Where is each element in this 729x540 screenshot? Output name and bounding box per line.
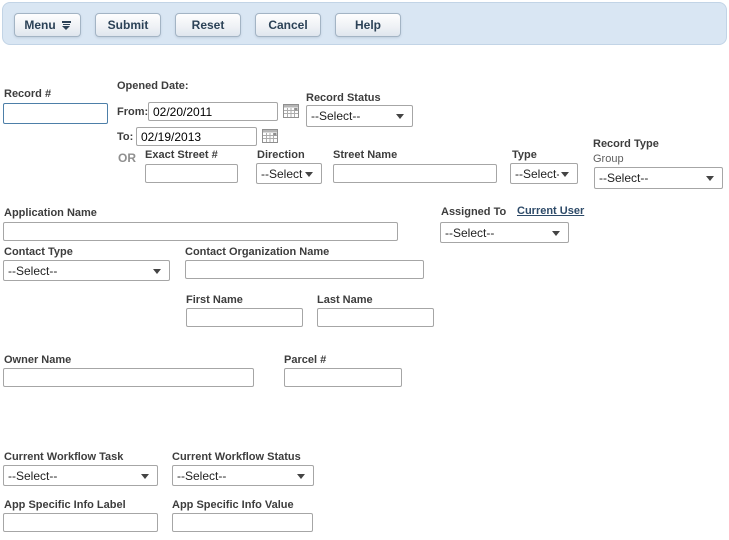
reset-button[interactable]: Reset xyxy=(175,13,241,37)
asi-label-input[interactable] xyxy=(3,513,158,532)
workflow-task-select-wrap: --Select-- xyxy=(3,465,158,486)
menu-dropdown-icon xyxy=(62,21,71,30)
to-date-calendar-icon[interactable] xyxy=(262,128,278,143)
opened-date-from-input[interactable] xyxy=(148,102,278,121)
contact-type-select-wrap: --Select-- xyxy=(3,260,170,281)
record-type-label: Record Type xyxy=(593,138,659,150)
workflow-status-select[interactable]: --Select-- xyxy=(172,465,314,486)
opened-date-to-input[interactable] xyxy=(136,127,257,146)
application-name-label: Application Name xyxy=(4,207,97,219)
workflow-task-select[interactable]: --Select-- xyxy=(3,465,158,486)
record-status-label: Record Status xyxy=(306,92,381,104)
search-form-page: Menu Submit Reset Cancel Help Record # O… xyxy=(0,0,729,540)
parcel-input[interactable] xyxy=(284,368,402,387)
submit-button[interactable]: Submit xyxy=(95,13,161,37)
menu-button[interactable]: Menu xyxy=(14,13,81,37)
workflow-status-label: Current Workflow Status xyxy=(172,451,301,463)
owner-name-input[interactable] xyxy=(3,368,254,387)
record-type-group-label: Group xyxy=(593,153,624,165)
direction-select[interactable]: --Select- xyxy=(256,163,322,184)
current-user-link[interactable]: Current User xyxy=(517,205,584,217)
assigned-to-select-wrap: --Select-- xyxy=(440,222,569,243)
parcel-label: Parcel # xyxy=(284,354,326,366)
record-number-input[interactable] xyxy=(3,103,108,124)
help-button-label: Help xyxy=(355,18,381,32)
reset-button-label: Reset xyxy=(192,18,225,32)
cancel-button[interactable]: Cancel xyxy=(255,13,321,37)
toolbar: Menu Submit Reset Cancel Help xyxy=(2,2,727,45)
record-status-select-wrap: --Select-- xyxy=(306,105,413,127)
contact-org-label: Contact Organization Name xyxy=(185,246,329,258)
workflow-task-label: Current Workflow Task xyxy=(4,451,123,463)
application-name-input[interactable] xyxy=(3,222,398,241)
or-text: OR xyxy=(118,151,136,165)
street-type-label: Type xyxy=(512,149,537,161)
assigned-to-select[interactable]: --Select-- xyxy=(440,222,569,243)
direction-label: Direction xyxy=(257,149,305,161)
street-type-select-wrap: --Select- xyxy=(510,163,578,184)
cancel-button-label: Cancel xyxy=(268,18,307,32)
street-name-input[interactable] xyxy=(333,164,497,183)
submit-button-label: Submit xyxy=(108,18,149,32)
street-type-select[interactable]: --Select- xyxy=(510,163,578,184)
direction-select-wrap: --Select- xyxy=(256,163,322,184)
opened-date-to-label: To: xyxy=(117,131,133,143)
record-status-select[interactable]: --Select-- xyxy=(306,105,413,127)
asi-label-label: App Specific Info Label xyxy=(4,499,126,511)
workflow-status-select-wrap: --Select-- xyxy=(172,465,314,486)
record-type-group-select[interactable]: --Select-- xyxy=(594,167,723,189)
contact-type-select[interactable]: --Select-- xyxy=(3,260,170,281)
street-name-label: Street Name xyxy=(333,149,397,161)
assigned-to-label: Assigned To xyxy=(441,206,506,218)
menu-button-label: Menu xyxy=(24,18,55,32)
from-date-calendar-icon[interactable] xyxy=(283,103,299,118)
contact-org-input[interactable] xyxy=(185,260,424,279)
asi-value-input[interactable] xyxy=(172,513,313,532)
exact-street-input[interactable] xyxy=(145,164,238,183)
contact-type-label: Contact Type xyxy=(4,246,73,258)
first-name-input[interactable] xyxy=(186,308,303,327)
exact-street-label: Exact Street # xyxy=(145,149,218,161)
owner-name-label: Owner Name xyxy=(4,354,71,366)
help-button[interactable]: Help xyxy=(335,13,401,37)
first-name-label: First Name xyxy=(186,294,243,306)
asi-value-label: App Specific Info Value xyxy=(172,499,294,511)
record-number-label: Record # xyxy=(4,88,51,100)
record-type-group-select-wrap: --Select-- xyxy=(594,167,723,189)
last-name-input[interactable] xyxy=(317,308,434,327)
last-name-label: Last Name xyxy=(317,294,373,306)
opened-date-from-label: From: xyxy=(117,106,148,118)
opened-date-label: Opened Date: xyxy=(117,80,189,92)
